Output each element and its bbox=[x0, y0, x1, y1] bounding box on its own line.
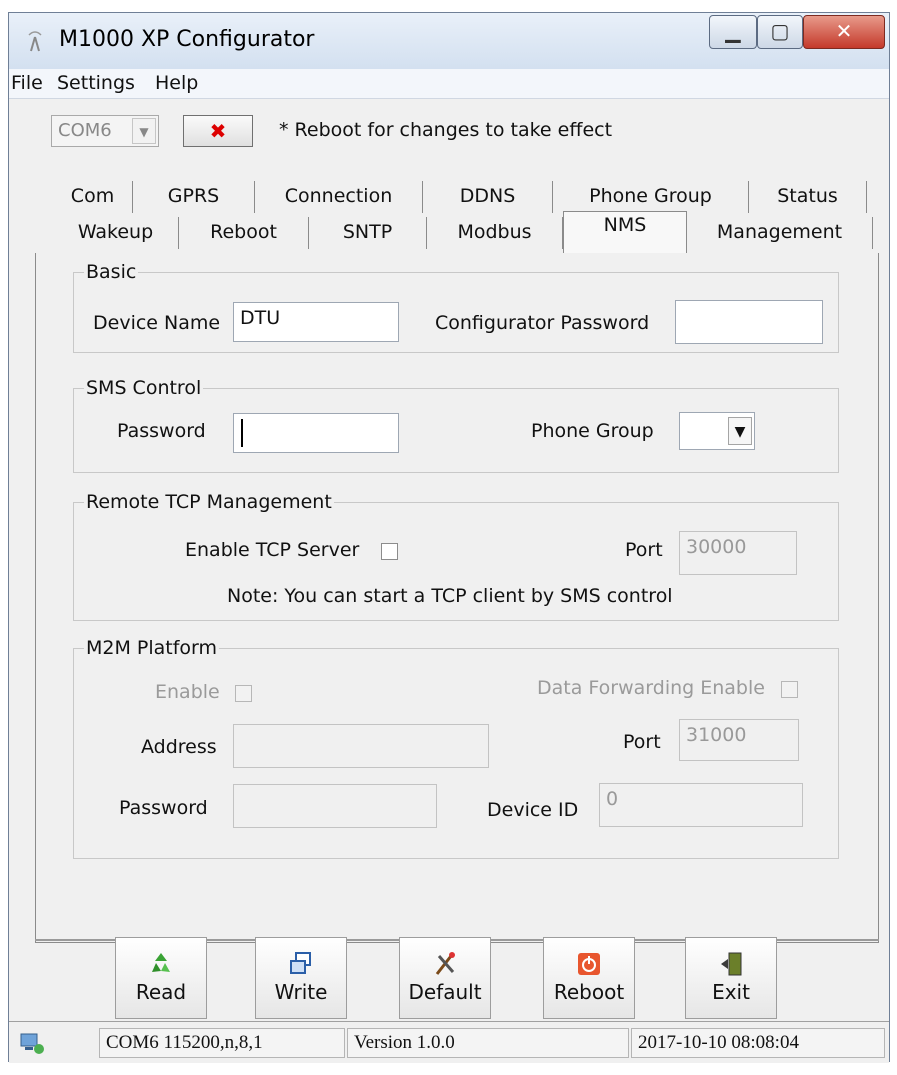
device-name-input[interactable]: DTU bbox=[233, 302, 399, 342]
configurator-password-label: Configurator Password bbox=[435, 312, 650, 334]
tab-status[interactable]: Status bbox=[749, 181, 867, 213]
device-name-label: Device Name bbox=[93, 312, 221, 334]
menu-settings[interactable]: Settings bbox=[57, 72, 135, 94]
tab-management[interactable]: Management bbox=[687, 217, 873, 249]
tcp-note: Note: You can start a TCP client by SMS … bbox=[227, 585, 673, 607]
m2m-address-label: Address bbox=[141, 736, 217, 758]
reboot-button[interactable]: Reboot bbox=[543, 937, 635, 1019]
sms-password-label: Password bbox=[117, 420, 206, 442]
default-button[interactable]: Default bbox=[399, 937, 491, 1019]
tab-com[interactable]: Com bbox=[53, 181, 133, 213]
com-port-value: COM6 bbox=[58, 120, 112, 141]
m2m-password-input[interactable] bbox=[233, 784, 437, 828]
close-icon: ✖ bbox=[209, 119, 227, 143]
remote-tcp-legend: Remote TCP Management bbox=[86, 491, 332, 513]
enable-tcp-server-label: Enable TCP Server bbox=[185, 539, 360, 561]
default-label: Default bbox=[408, 980, 482, 1004]
status-bar: COM6 115200,n,8,1 Version 1.0.0 2017-10-… bbox=[9, 1021, 889, 1063]
m2m-enable-label: Enable bbox=[155, 681, 220, 703]
menu-file[interactable]: File bbox=[11, 72, 43, 94]
read-button[interactable]: Read bbox=[115, 937, 207, 1019]
data-forwarding-enable-checkbox[interactable] bbox=[781, 681, 798, 698]
configurator-password-input[interactable] bbox=[675, 300, 823, 344]
write-label: Write bbox=[274, 980, 328, 1004]
minimize-icon: ▁ bbox=[725, 19, 741, 43]
tcp-port-input[interactable]: 30000 bbox=[679, 531, 797, 575]
menu-bar: File Settings Help bbox=[9, 69, 889, 99]
enable-tcp-server-checkbox[interactable] bbox=[381, 543, 398, 560]
data-forwarding-enable-label: Data Forwarding Enable bbox=[537, 677, 765, 699]
main-content: COM6 ▼ ✖ * Reboot for changes to take ef… bbox=[9, 99, 889, 1063]
tab-phone-group[interactable]: Phone Group bbox=[553, 181, 749, 213]
tab-ddns[interactable]: DDNS bbox=[423, 181, 553, 213]
reboot-label: Reboot bbox=[553, 980, 625, 1004]
device-id-label: Device ID bbox=[487, 799, 579, 821]
exit-label: Exit bbox=[712, 980, 750, 1004]
m2m-platform-legend: M2M Platform bbox=[86, 637, 218, 659]
text-caret bbox=[241, 419, 243, 447]
app-antenna-icon bbox=[28, 31, 42, 52]
minimize-button[interactable]: ▁ bbox=[709, 15, 757, 49]
tab-connection[interactable]: Connection bbox=[255, 181, 423, 213]
m2m-address-input[interactable] bbox=[233, 724, 489, 768]
phone-group-label: Phone Group bbox=[531, 420, 654, 442]
power-icon bbox=[578, 953, 600, 975]
device-id-input[interactable]: 0 bbox=[599, 783, 803, 827]
disconnect-button[interactable]: ✖ bbox=[183, 115, 253, 147]
chevron-down-icon: ▼ bbox=[132, 118, 156, 144]
connection-icon bbox=[20, 1033, 44, 1054]
tcp-port-label: Port bbox=[625, 539, 663, 561]
write-button[interactable]: Write bbox=[255, 937, 347, 1019]
m2m-port-label: Port bbox=[623, 731, 661, 753]
close-icon: ✕ bbox=[835, 19, 853, 43]
close-button[interactable]: ✕ bbox=[803, 15, 885, 49]
menu-help[interactable]: Help bbox=[155, 72, 198, 94]
chevron-down-icon: ▼ bbox=[728, 417, 752, 445]
reboot-note: * Reboot for changes to take effect bbox=[279, 119, 613, 141]
tab-wakeup[interactable]: Wakeup bbox=[53, 217, 179, 249]
window-title: M1000 XP Configurator bbox=[59, 27, 315, 52]
com-port-select[interactable]: COM6 ▼ bbox=[51, 115, 159, 147]
sms-control-legend: SMS Control bbox=[86, 377, 202, 399]
status-version: Version 1.0.0 bbox=[347, 1028, 629, 1058]
write-windows-icon bbox=[290, 952, 311, 974]
tab-gprs[interactable]: GPRS bbox=[133, 181, 255, 213]
tab-modbus[interactable]: Modbus bbox=[427, 217, 563, 249]
title-bar[interactable]: M1000 XP Configurator ▁ ▢ ✕ bbox=[9, 13, 889, 69]
sms-password-input[interactable] bbox=[233, 413, 399, 453]
recycle-icon bbox=[152, 953, 170, 972]
tab-sntp[interactable]: SNTP bbox=[309, 217, 427, 249]
maximize-button[interactable]: ▢ bbox=[757, 15, 803, 49]
phone-group-select[interactable]: ▼ bbox=[679, 412, 755, 450]
read-label: Read bbox=[135, 980, 187, 1004]
tools-icon bbox=[435, 952, 455, 975]
basic-legend: Basic bbox=[86, 261, 137, 283]
tab-nms[interactable]: NMS bbox=[563, 211, 687, 253]
exit-door-icon bbox=[721, 952, 742, 976]
status-connection: COM6 115200,n,8,1 bbox=[99, 1028, 345, 1058]
status-datetime: 2017-10-10 08:08:04 bbox=[631, 1028, 885, 1058]
maximize-icon: ▢ bbox=[770, 19, 790, 43]
m2m-enable-checkbox[interactable] bbox=[235, 685, 252, 702]
exit-button[interactable]: Exit bbox=[685, 937, 777, 1019]
tab-reboot[interactable]: Reboot bbox=[179, 217, 309, 249]
m2m-port-input[interactable]: 31000 bbox=[679, 719, 799, 761]
m2m-password-label: Password bbox=[119, 797, 208, 819]
app-window: M1000 XP Configurator ▁ ▢ ✕ File Setting… bbox=[8, 12, 890, 1063]
